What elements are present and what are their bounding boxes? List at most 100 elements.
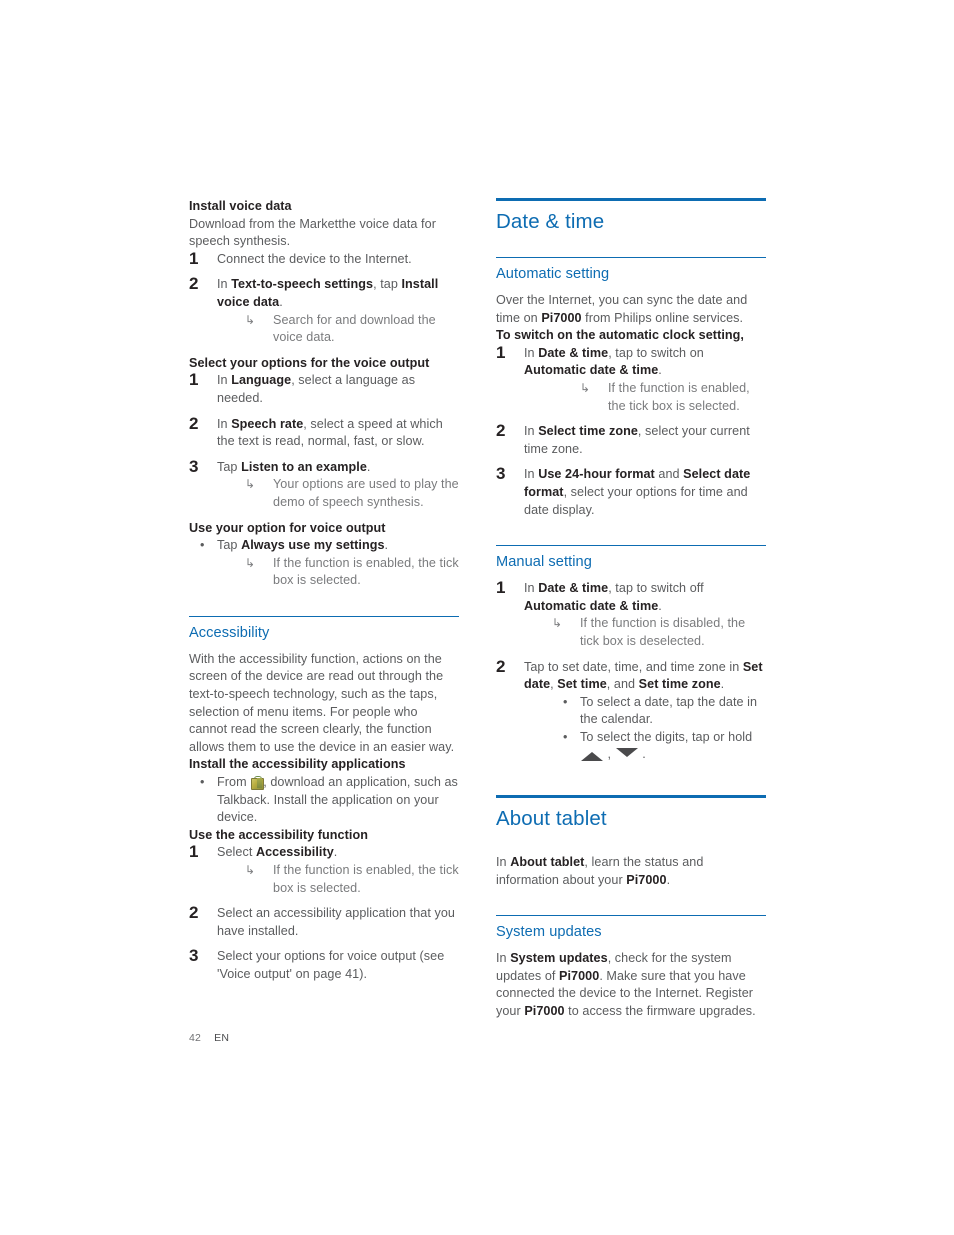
step-number xyxy=(189,947,209,965)
list-item: • Tap Always use my settings. ↳ If the f… xyxy=(189,537,459,590)
step-number xyxy=(496,422,516,440)
android-market-icon xyxy=(251,776,265,791)
step-number xyxy=(189,415,209,433)
result-text: If the function is disabled, the tick bo… xyxy=(580,616,746,648)
step-text: Connect the device to the Internet. xyxy=(217,251,412,266)
step-item: In Select time zone, select your current… xyxy=(496,423,766,458)
right-column: Date & time Automatic setting Over the I… xyxy=(496,198,766,1021)
bullet-text: To select a date, tap the date in the ca… xyxy=(580,694,758,727)
bullet-dot-icon: • xyxy=(200,538,205,553)
triangle-down-icon xyxy=(615,748,638,758)
accessibility-intro: With the accessibility function, actions… xyxy=(189,651,455,754)
result-arrow-icon: ↳ xyxy=(245,477,256,492)
step-item: In Date & time, tap to switch off Automa… xyxy=(496,580,766,650)
triangle-up-icon xyxy=(581,752,603,762)
step-number xyxy=(189,904,209,922)
automatic-setting-heading: Automatic setting xyxy=(496,257,766,283)
step-text: In Use 24-hour format and Select date fo… xyxy=(524,467,751,517)
bullet-text-post: . xyxy=(638,747,646,762)
step-number xyxy=(189,843,209,861)
step-result: ↳ Search for and download the voice data… xyxy=(245,312,459,347)
use-option-subhead: Use your option for voice output xyxy=(189,520,386,535)
step-text: In Language, select a language as needed… xyxy=(217,373,416,405)
install-accessibility-subhead: Install the accessibility applications xyxy=(189,757,406,772)
result-arrow-icon: ↳ xyxy=(245,555,256,570)
step-text: In Speech rate, select a speed at which … xyxy=(217,416,443,449)
step-item: In Speech rate, select a speed at which … xyxy=(189,416,459,451)
date-time-chapter-heading: Date & time xyxy=(496,198,766,234)
step-text: In Text-to-speech settings, tap Install … xyxy=(217,277,439,309)
step-text: Select your options for voice output (se… xyxy=(217,949,445,981)
step-number xyxy=(496,465,516,483)
step-number xyxy=(496,579,516,597)
step-item: In Date & time, tap to switch on Automat… xyxy=(496,345,766,415)
bullet-result: ↳ If the function is enabled, the tick b… xyxy=(245,555,459,590)
list-item: • From , download an application, such a… xyxy=(189,774,459,827)
result-text: If the function is enabled, the tick box… xyxy=(273,863,459,895)
step-item: Connect the device to the Internet. xyxy=(189,251,459,269)
bullet-text-pre: To select the digits, tap or hold xyxy=(580,729,753,744)
list-item: • To select a date, tap the date in the … xyxy=(552,694,766,729)
step-number xyxy=(496,658,516,676)
step-text: In Date & time, tap to switch on Automat… xyxy=(524,345,704,378)
step-item: Select Accessibility. ↳ If the function … xyxy=(189,844,459,897)
step-item: Select your options for voice output (se… xyxy=(189,948,459,983)
step-number xyxy=(189,275,209,293)
step-result: ↳ If the function is disabled, the tick … xyxy=(552,615,766,650)
manual-setting-heading: Manual setting xyxy=(496,545,766,571)
page-footer: 42 EN xyxy=(189,1031,229,1045)
bullet-text-mid: , xyxy=(604,747,615,762)
step-item: In Text-to-speech settings, tap Install … xyxy=(189,276,459,346)
step-item: In Use 24-hour format and Select date fo… xyxy=(496,466,766,519)
system-updates-body: In System updates, check for the system … xyxy=(496,951,756,1019)
result-text: If the function is enabled, the tick box… xyxy=(273,555,459,588)
accessibility-steps: Select Accessibility. ↳ If the function … xyxy=(189,844,459,983)
bullet-dot-icon: • xyxy=(200,775,205,790)
step-number xyxy=(189,371,209,389)
result-text: Your options are used to play the demo o… xyxy=(273,477,459,509)
step-text: Select an accessibility application that… xyxy=(217,906,455,938)
result-text: If the function is enabled, the tick box… xyxy=(608,380,750,413)
result-arrow-icon: ↳ xyxy=(552,616,563,631)
accessibility-heading: Accessibility xyxy=(189,615,459,642)
step-number xyxy=(189,250,209,268)
page-number: 42 xyxy=(189,1032,202,1044)
step-item: Select an accessibility application that… xyxy=(189,905,459,940)
bullet-text-pre: From xyxy=(217,775,251,790)
manual-setting-sub-bullets: • To select a date, tap the date in the … xyxy=(552,694,766,764)
bullet-dot-icon: • xyxy=(563,729,568,744)
step-text: In Date & time, tap to switch off Automa… xyxy=(524,581,704,613)
manual-page: Install voice data Download from the Mar… xyxy=(0,0,954,1235)
step-item: Tap to set date, time, and time zone in … xyxy=(496,659,766,765)
automatic-clock-subhead: To switch on the automatic clock setting… xyxy=(496,328,744,343)
automatic-setting-steps: In Date & time, tap to switch on Automat… xyxy=(496,345,766,519)
step-result: ↳ If the function is enabled, the tick b… xyxy=(580,380,766,415)
install-voice-data-subhead: Install voice data xyxy=(189,199,292,213)
result-text: Search for and download the voice data. xyxy=(273,312,436,345)
left-column: Install voice data Download from the Mar… xyxy=(189,198,459,984)
step-item: Tap Listen to an example. ↳ Your options… xyxy=(189,459,459,512)
step-text: In Select time zone, select your current… xyxy=(524,424,750,456)
step-text: Tap Listen to an example. xyxy=(217,459,371,474)
bullet-dot-icon: • xyxy=(563,694,568,709)
step-text: Select Accessibility. xyxy=(217,845,338,860)
result-arrow-icon: ↳ xyxy=(580,380,591,395)
step-result: ↳ Your options are used to play the demo… xyxy=(245,476,459,511)
result-arrow-icon: ↳ xyxy=(245,312,256,327)
page-language: EN xyxy=(214,1032,230,1044)
select-options-steps: In Language, select a language as needed… xyxy=(189,372,459,511)
step-text: Tap to set date, time, and time zone in … xyxy=(524,659,763,692)
select-options-subhead: Select your options for the voice output xyxy=(189,355,430,370)
step-result: ↳ If the function is enabled, the tick b… xyxy=(245,862,459,897)
result-arrow-icon: ↳ xyxy=(245,863,256,877)
install-accessibility-bullets: • From , download an application, such a… xyxy=(189,774,459,827)
step-number xyxy=(189,458,209,476)
manual-setting-steps: In Date & time, tap to switch off Automa… xyxy=(496,580,766,764)
system-updates-heading: System updates xyxy=(496,915,766,941)
about-tablet-chapter-heading: About tablet xyxy=(496,795,766,831)
install-voice-data-steps: Connect the device to the Internet. In T… xyxy=(189,251,459,347)
automatic-setting-intro: Over the Internet, you can sync the date… xyxy=(496,293,748,325)
use-accessibility-subhead: Use the accessibility function xyxy=(189,827,368,842)
step-number xyxy=(496,344,516,362)
use-option-bullets: • Tap Always use my settings. ↳ If the f… xyxy=(189,537,459,590)
